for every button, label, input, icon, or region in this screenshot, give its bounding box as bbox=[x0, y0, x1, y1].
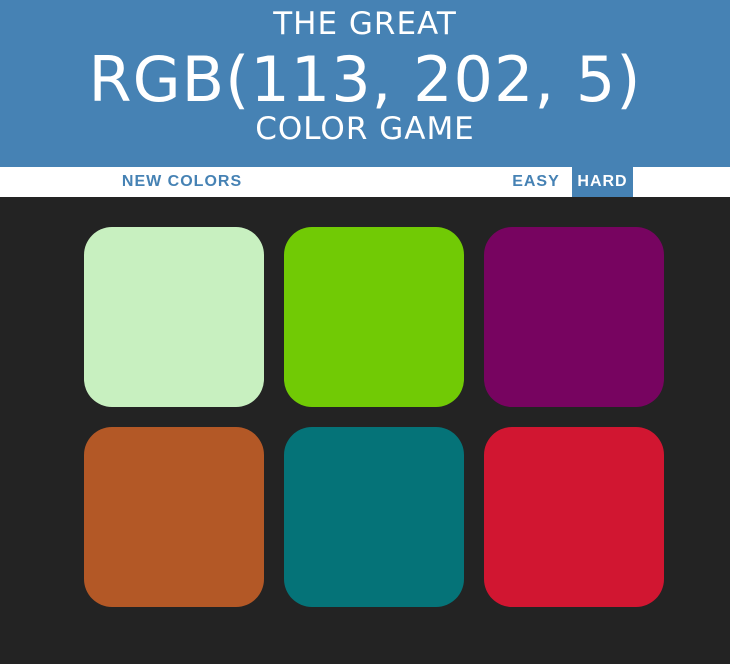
new-colors-button[interactable]: NEW COLORS bbox=[116, 167, 248, 197]
rgb-target-display: RGB(113, 202, 5) bbox=[88, 43, 642, 116]
title-the-great: THE GREAT bbox=[273, 6, 457, 42]
color-square-6[interactable] bbox=[484, 427, 664, 607]
color-square-5[interactable] bbox=[284, 427, 464, 607]
title-color-game: COLOR GAME bbox=[255, 111, 475, 147]
color-square-1[interactable] bbox=[84, 227, 264, 407]
color-square-3[interactable] bbox=[484, 227, 664, 407]
hard-mode-button[interactable]: HARD bbox=[572, 167, 633, 197]
header: THE GREAT RGB(113, 202, 5) COLOR GAME bbox=[0, 0, 730, 167]
color-square-4[interactable] bbox=[84, 427, 264, 607]
control-stripe: NEW COLORS EASY HARD bbox=[0, 167, 730, 197]
easy-mode-button[interactable]: EASY bbox=[508, 167, 564, 197]
color-square-2[interactable] bbox=[284, 227, 464, 407]
